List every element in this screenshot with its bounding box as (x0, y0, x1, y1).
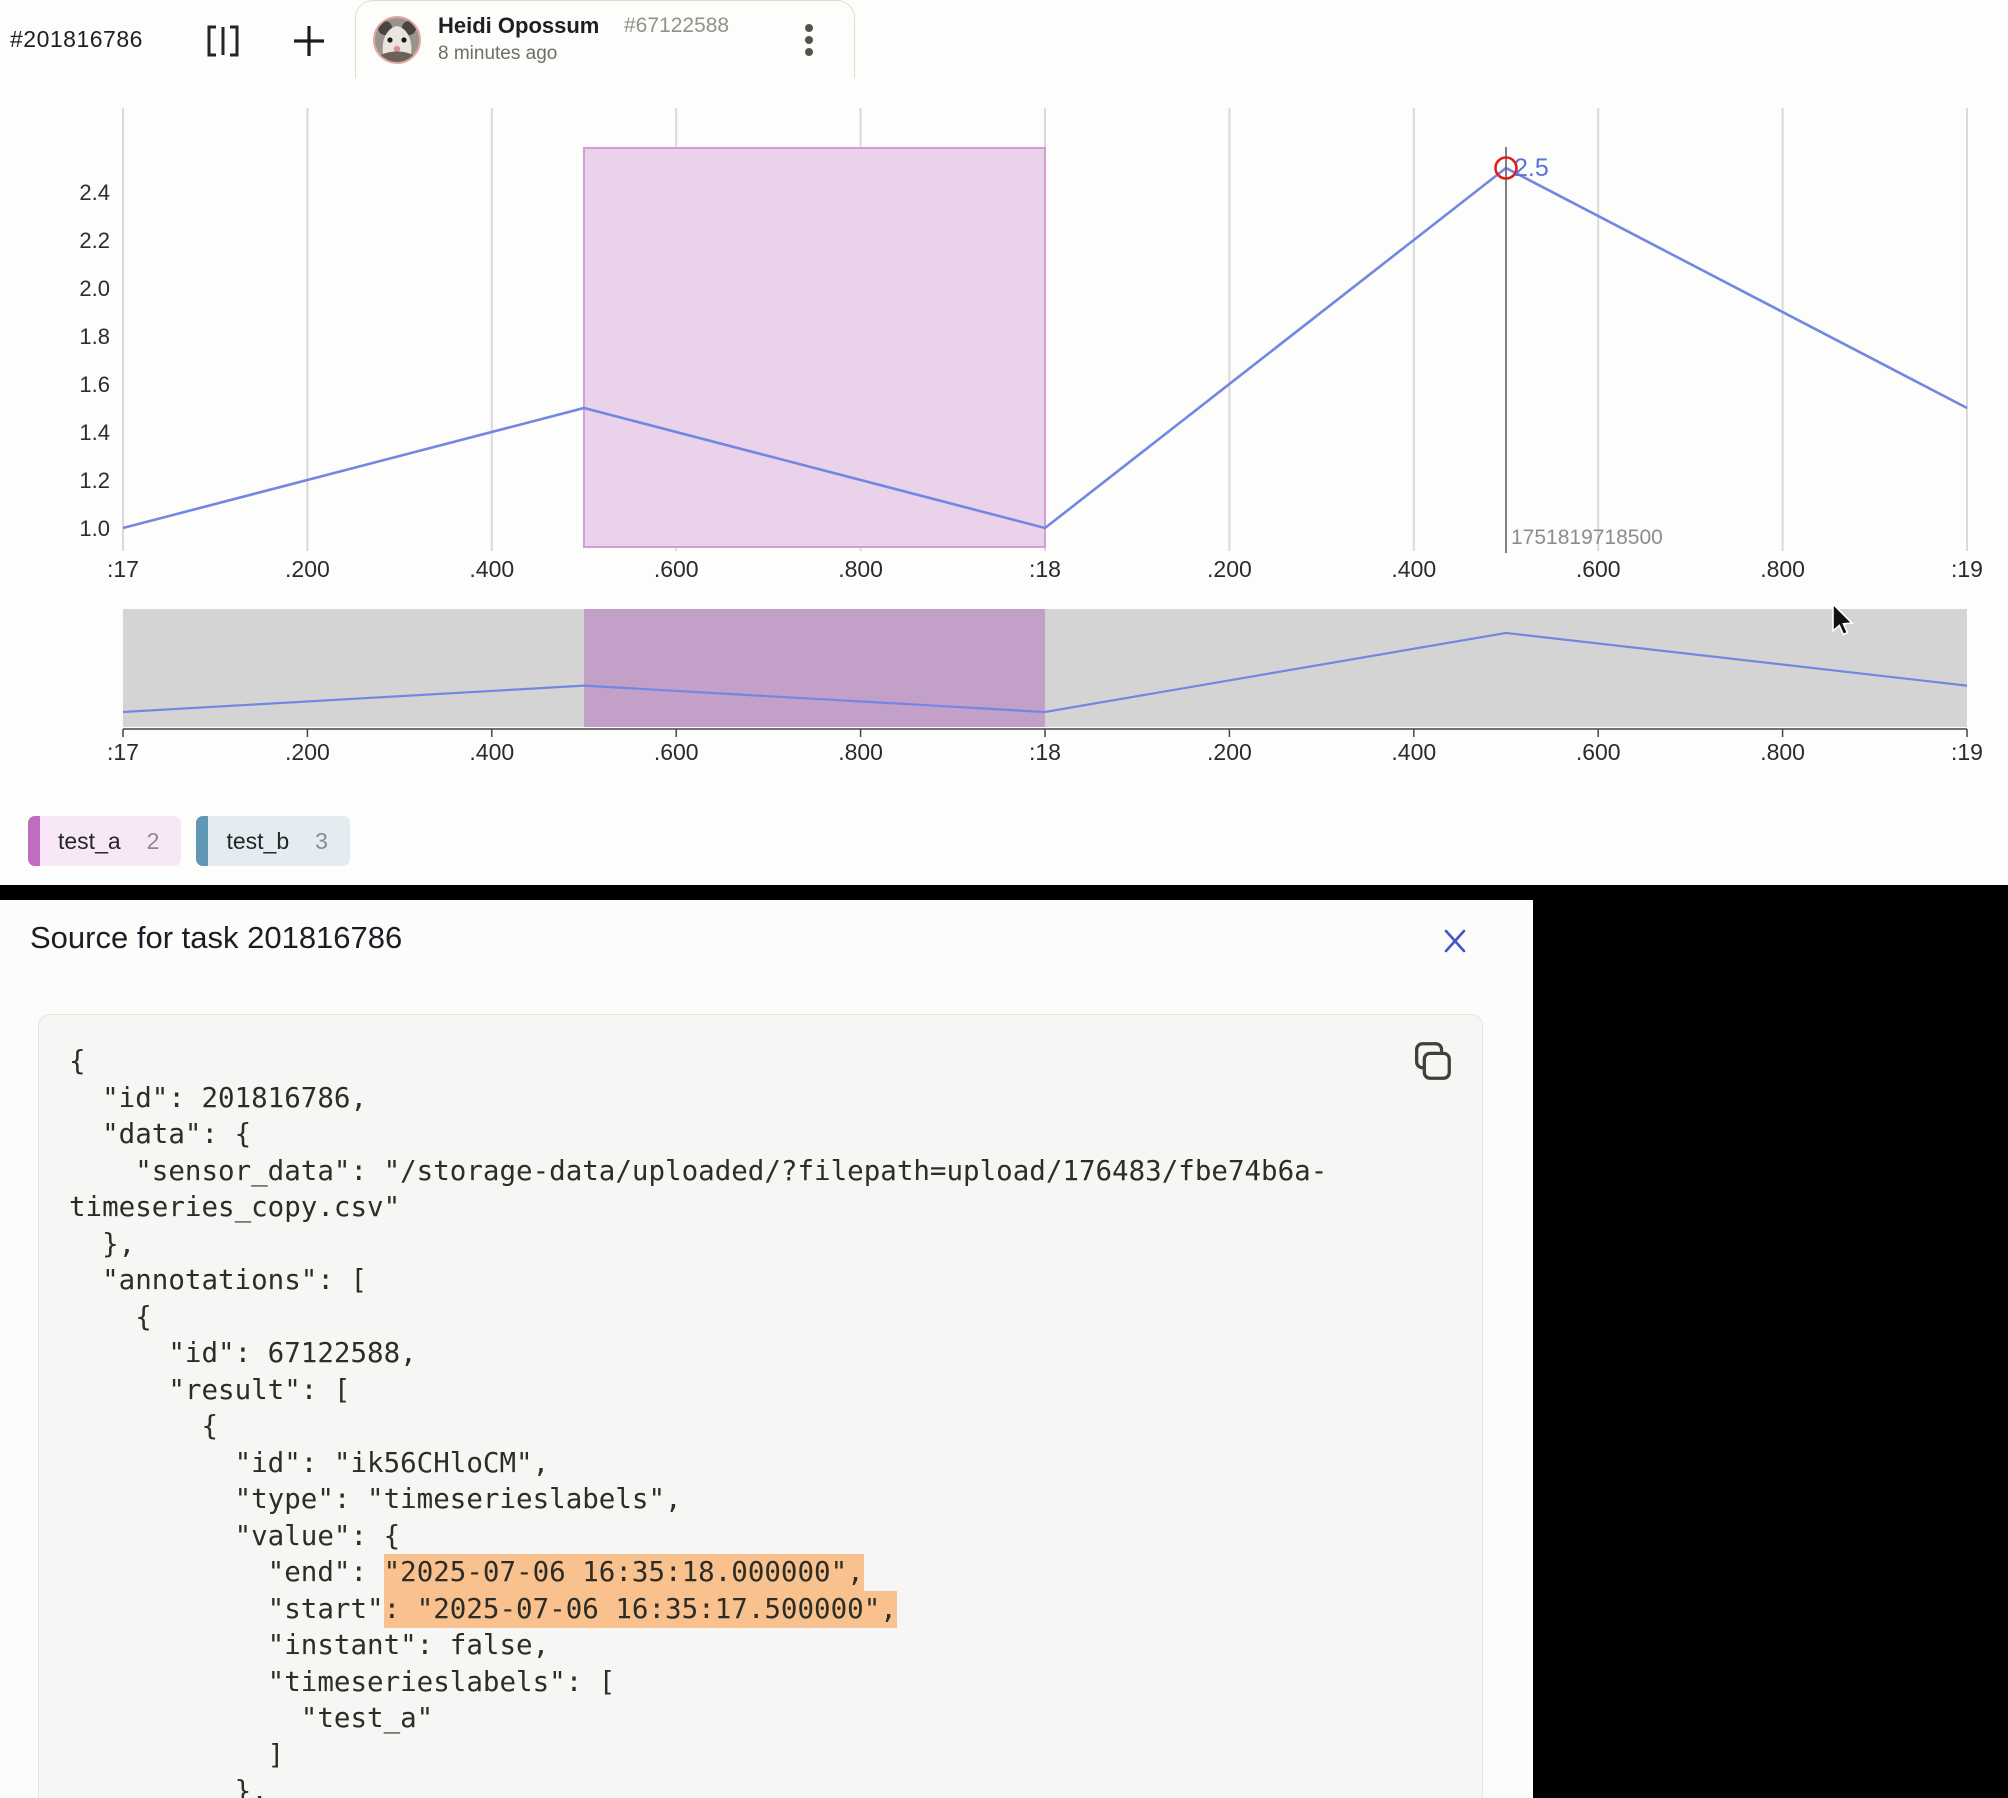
annotation-time-ago: 8 minutes ago (438, 43, 557, 65)
overview-tick-label: .600 (654, 739, 699, 765)
close-button[interactable] (1434, 920, 1476, 962)
y-tick-label: 2.2 (79, 228, 110, 253)
overview-tick-label: .200 (285, 739, 330, 765)
code-line: "value": { (69, 1518, 1392, 1555)
brackets-icon (204, 22, 242, 60)
overview-navigator[interactable]: :17 .200 .400 .600 .800 :18 .200 .400 .600 .800 :1… (107, 609, 1983, 765)
label-chips-row: test_a 2 test_b 3 (28, 816, 350, 866)
x-tick-label: .400 (469, 556, 514, 582)
code-line: "sensor_data": "/storage-data/uploaded/?… (69, 1153, 1392, 1190)
highlighted-text: "2025-07-06 16:35:18.000000", (384, 1556, 864, 1588)
code-line: { (69, 1043, 1392, 1080)
label-name: test_a (58, 828, 121, 855)
plus-icon (291, 23, 327, 59)
copy-icon (1409, 1038, 1455, 1084)
annotator-name: Heidi Opossum (438, 13, 599, 39)
code-line: "id": 201816786, (69, 1080, 1392, 1117)
overview-tick-label: .800 (1760, 739, 1805, 765)
code-line: { (69, 1408, 1392, 1445)
y-tick-label: 1.2 (79, 468, 110, 493)
code-line: "result": [ (69, 1372, 1392, 1409)
overview-tick-label: :17 (107, 739, 139, 765)
code-line: "data": { (69, 1116, 1392, 1153)
x-tick-label: :17 (107, 556, 139, 582)
label-chip-test_b[interactable]: test_b 3 (196, 816, 349, 866)
code-line: }, (69, 1226, 1392, 1263)
code-line: }, (69, 1773, 1392, 1798)
code-line: "id": "ik56CHloCM", (69, 1445, 1392, 1482)
y-tick-label: 2.4 (79, 180, 110, 205)
x-tick-label: .600 (1576, 556, 1621, 582)
x-tick-label: .800 (838, 556, 883, 582)
overview-tick-label: :18 (1029, 739, 1061, 765)
task-source-card: { "id": 201816786, "data": { "sensor_dat… (38, 1014, 1483, 1798)
overview-tick-label: .200 (1207, 739, 1252, 765)
crosshair: 2.5 1751819718500 (1496, 147, 1663, 553)
code-line: "end": "2025-07-06 16:35:18.000000", (69, 1554, 1392, 1591)
modal-backdrop: Source for task 201816786 { "id": 201816… (0, 885, 2008, 1798)
label-chip-test_a[interactable]: test_a 2 (28, 816, 181, 866)
x-tick-label: :19 (1951, 556, 1983, 582)
y-tick-label: 1.6 (79, 372, 110, 397)
annotation-workspace: :17 .200 .400 .600 .800 :18 .200 .400 .600 .800 :1… (0, 0, 2008, 885)
code-line: "id": 67122588, (69, 1335, 1392, 1372)
code-line: "instant": false, (69, 1627, 1392, 1664)
y-tick-label: 1.0 (79, 516, 110, 541)
x-tick-label: :18 (1029, 556, 1061, 582)
overview-tick-label: .800 (838, 739, 883, 765)
y-tick-label: 1.8 (79, 324, 110, 349)
annotation-region-test-a[interactable] (584, 148, 1045, 547)
crosshair-timestamp: 1751819718500 (1511, 526, 1663, 549)
modal-title: Source for task 201816786 (30, 920, 402, 956)
region-rect[interactable] (584, 148, 1045, 547)
crosshair-value: 2.5 (1514, 154, 1549, 182)
overview-tick-label: .400 (469, 739, 514, 765)
task-source-json: { "id": 201816786, "data": { "sensor_dat… (69, 1043, 1392, 1798)
kebab-icon (805, 24, 813, 32)
top-bar: #201816786 (0, 0, 2008, 77)
code-line: { (69, 1299, 1392, 1336)
y-tick-label: 2.0 (79, 276, 110, 301)
overview-region-rect (584, 609, 1045, 727)
x-tick-label: .200 (285, 556, 330, 582)
highlighted-text: : "2025-07-06 16:35:17.500000", (384, 1593, 897, 1625)
label-count: 3 (315, 828, 328, 855)
overview-tick-label: :19 (1951, 739, 1983, 765)
tab-menu-button[interactable] (790, 18, 828, 62)
y-tick-label: 1.4 (79, 420, 110, 445)
x-tick-label: .400 (1391, 556, 1436, 582)
overview-tick-label: .600 (1576, 739, 1621, 765)
avatar (373, 16, 421, 64)
label-name: test_b (226, 828, 289, 855)
code-line: timeseries_copy.csv" (69, 1189, 1392, 1226)
x-tick-label: .200 (1207, 556, 1252, 582)
source-view-button[interactable] (202, 20, 244, 62)
add-annotation-button[interactable] (288, 20, 330, 62)
annotation-id: #67122588 (624, 14, 729, 38)
overview-tick-label: .400 (1391, 739, 1436, 765)
code-line: "type": "timeserieslabels", (69, 1481, 1392, 1518)
label-color-bar (28, 816, 40, 866)
label-count: 2 (147, 828, 160, 855)
code-line: ] (69, 1737, 1392, 1774)
label-color-bar (196, 816, 208, 866)
timeseries-chart: :17 .200 .400 .600 .800 :18 .200 .400 .600 .800 :1… (0, 0, 2008, 885)
code-line: "annotations": [ (69, 1262, 1392, 1299)
code-line: "start": "2025-07-06 16:35:17.500000", (69, 1591, 1392, 1628)
code-line: "timeserieslabels": [ (69, 1664, 1392, 1701)
copy-button[interactable] (1408, 1037, 1456, 1085)
annotation-tab[interactable]: Heidi Opossum #67122588 8 minutes ago (355, 0, 855, 78)
x-tick-label: .600 (654, 556, 699, 582)
source-modal: Source for task 201816786 { "id": 201816… (0, 900, 1533, 1798)
x-tick-label: .800 (1760, 556, 1805, 582)
code-line: "test_a" (69, 1700, 1392, 1737)
close-icon (1440, 926, 1470, 956)
task-id: #201816786 (10, 26, 143, 53)
